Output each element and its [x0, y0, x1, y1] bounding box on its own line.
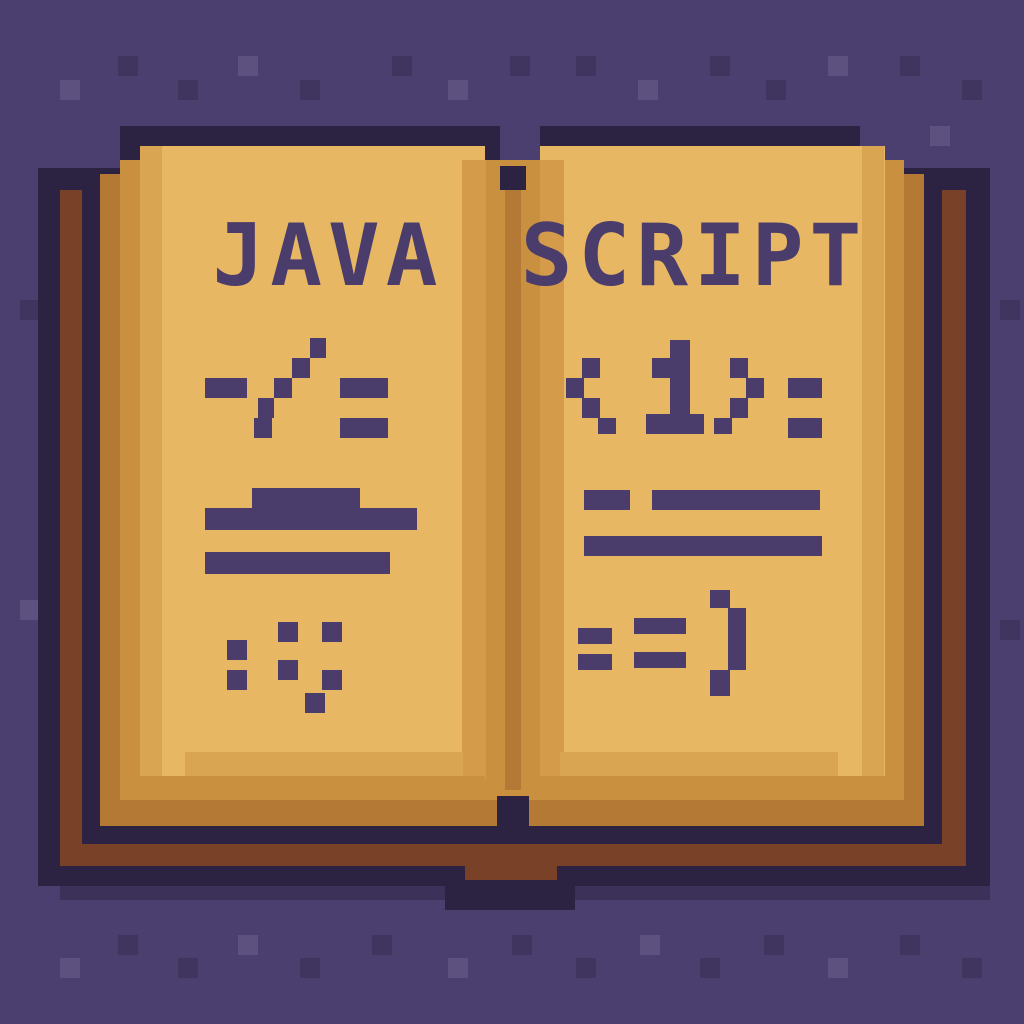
background-speckle: [510, 56, 530, 76]
background-speckle: [60, 80, 80, 100]
background-speckle: [118, 935, 138, 955]
open-book-icon: JAVA SCRIPT: [20, 56, 1020, 978]
background-speckle: [392, 56, 412, 76]
background-speckle: [448, 958, 468, 978]
background-speckle: [300, 80, 320, 100]
background-speckle: [238, 56, 258, 76]
background-speckle: [1000, 300, 1020, 320]
background-speckle: [512, 935, 532, 955]
background-speckle: [638, 80, 658, 100]
background-speckle: [828, 958, 848, 978]
background-speckle: [766, 80, 786, 100]
background-speckle: [60, 958, 80, 978]
background-speckle: [700, 958, 720, 978]
background-speckle: [962, 80, 982, 100]
background-speckle: [828, 56, 848, 76]
background-speckle: [962, 958, 982, 978]
background-speckle: [20, 600, 40, 620]
background-speckle: [372, 935, 392, 955]
background-speckle: [900, 56, 920, 76]
pixel-art-scene: JAVA SCRIPT: [0, 0, 1024, 1024]
background-speckle: [238, 935, 258, 955]
background-speckle: [20, 300, 40, 320]
background-speckle: [576, 958, 596, 978]
background-speckle: [118, 56, 138, 76]
background-speckle: [900, 935, 920, 955]
background-speckle: [930, 126, 950, 146]
background-speckle: [300, 958, 320, 978]
left-page-title: JAVA: [212, 206, 443, 306]
background-speckle: [448, 80, 468, 100]
background-speckle: [764, 935, 784, 955]
background-speckle: [1000, 620, 1020, 640]
background-speckle: [576, 56, 596, 76]
background-speckle: [710, 56, 730, 76]
background-speckle: [640, 935, 660, 955]
right-page-title: SCRIPT: [521, 206, 868, 306]
background-speckle: [178, 958, 198, 978]
background-speckle: [178, 80, 198, 100]
